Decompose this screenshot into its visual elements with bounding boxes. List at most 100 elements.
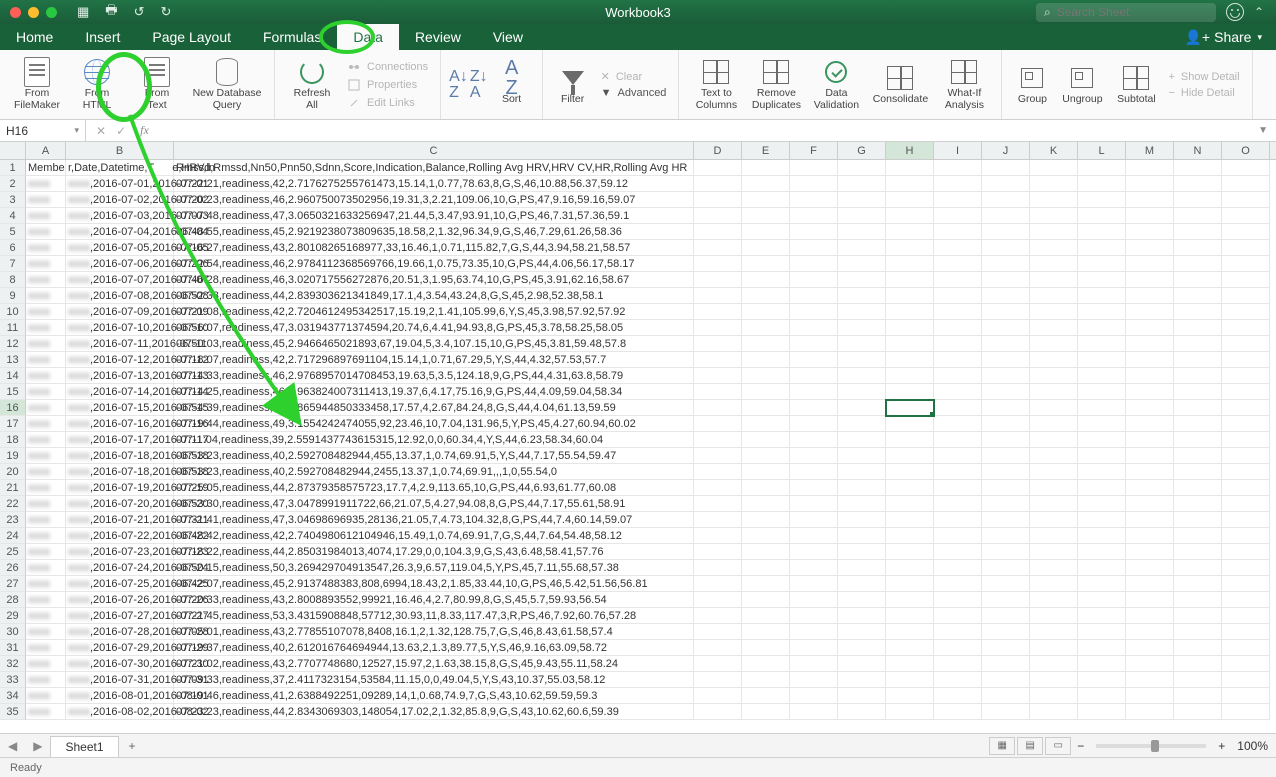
- cell[interactable]: xxxx: [26, 384, 66, 400]
- cell[interactable]: [1030, 544, 1078, 560]
- row-header[interactable]: 2: [0, 176, 26, 192]
- cell[interactable]: [838, 464, 886, 480]
- hide-detail-button[interactable]: −Hide Detail: [1164, 86, 1243, 100]
- cell[interactable]: [886, 336, 934, 352]
- cell[interactable]: [1126, 240, 1174, 256]
- cell[interactable]: [982, 208, 1030, 224]
- cell[interactable]: xxxx: [26, 448, 66, 464]
- cell[interactable]: [1078, 160, 1126, 176]
- cell[interactable]: [982, 688, 1030, 704]
- cell[interactable]: [838, 640, 886, 656]
- cell[interactable]: [1174, 256, 1222, 272]
- cell[interactable]: [982, 384, 1030, 400]
- cell[interactable]: [1078, 256, 1126, 272]
- expand-icon[interactable]: ⌃: [1254, 5, 1264, 19]
- page-layout-view-button[interactable]: ▤: [1017, 737, 1043, 755]
- col-header-o[interactable]: O: [1222, 142, 1270, 159]
- cell[interactable]: [742, 640, 790, 656]
- cell[interactable]: xxxx: [26, 496, 66, 512]
- cell[interactable]: [934, 240, 982, 256]
- cell[interactable]: [742, 320, 790, 336]
- row-header[interactable]: 1: [0, 160, 26, 176]
- cell[interactable]: [790, 288, 838, 304]
- cell[interactable]: [838, 608, 886, 624]
- cell[interactable]: [982, 368, 1030, 384]
- cell[interactable]: [886, 288, 934, 304]
- cell[interactable]: [1126, 336, 1174, 352]
- cell[interactable]: [1078, 608, 1126, 624]
- cell[interactable]: [982, 672, 1030, 688]
- cell[interactable]: [1078, 672, 1126, 688]
- cell[interactable]: [934, 288, 982, 304]
- cell[interactable]: [1174, 288, 1222, 304]
- cell[interactable]: [1174, 336, 1222, 352]
- cell[interactable]: [742, 688, 790, 704]
- cell[interactable]: xxxx: [26, 272, 66, 288]
- cell[interactable]: [1126, 448, 1174, 464]
- cell[interactable]: xxxx,2016-07-07,2016-07-07: [66, 272, 174, 288]
- cell[interactable]: [790, 576, 838, 592]
- cell[interactable]: 06:42:07,readiness,45,2.9137488383,808,6…: [174, 576, 694, 592]
- cell[interactable]: [886, 240, 934, 256]
- cell[interactable]: [790, 528, 838, 544]
- cell[interactable]: [1174, 544, 1222, 560]
- cell[interactable]: [934, 176, 982, 192]
- cell[interactable]: xxxx,2016-07-30,2016-07-30: [66, 656, 174, 672]
- cell[interactable]: 07:46:28,readiness,46,3.020717556272876,…: [174, 272, 694, 288]
- cell[interactable]: 07:22:21,readiness,42,2.7176275255761473…: [174, 176, 694, 192]
- cell[interactable]: [1078, 688, 1126, 704]
- cell[interactable]: xxxx,2016-07-01,2016-07-01: [66, 176, 174, 192]
- col-header-c[interactable]: C: [174, 142, 694, 159]
- tab-data[interactable]: Data: [337, 24, 399, 50]
- cell[interactable]: [1222, 304, 1270, 320]
- cell[interactable]: [982, 288, 1030, 304]
- cell[interactable]: [790, 640, 838, 656]
- cell[interactable]: [1222, 528, 1270, 544]
- cell[interactable]: xxxx: [26, 464, 66, 480]
- cell[interactable]: [1222, 240, 1270, 256]
- cell[interactable]: [742, 496, 790, 512]
- cell[interactable]: [1222, 496, 1270, 512]
- cell[interactable]: xxxx,2016-07-23,2016-07-23: [66, 544, 174, 560]
- cell[interactable]: [1030, 624, 1078, 640]
- cell[interactable]: [838, 544, 886, 560]
- cell[interactable]: xxxx: [26, 560, 66, 576]
- cell[interactable]: [790, 672, 838, 688]
- cell[interactable]: [1222, 368, 1270, 384]
- confirm-formula-icon[interactable]: ✓: [116, 124, 126, 138]
- cell[interactable]: [790, 240, 838, 256]
- cell[interactable]: [1222, 656, 1270, 672]
- cell[interactable]: [838, 560, 886, 576]
- zoom-slider[interactable]: [1096, 744, 1206, 748]
- maximize-window-button[interactable]: [46, 7, 57, 18]
- cell[interactable]: [934, 192, 982, 208]
- cell[interactable]: 07:19:46,readiness,41,2.6388492251,09289…: [174, 688, 694, 704]
- cell[interactable]: [1126, 608, 1174, 624]
- cell[interactable]: [694, 688, 742, 704]
- cell[interactable]: [1126, 272, 1174, 288]
- cell[interactable]: [934, 448, 982, 464]
- tab-formulas[interactable]: Formulas: [247, 24, 337, 50]
- cell[interactable]: [790, 560, 838, 576]
- search-sheet[interactable]: ⌕: [1036, 3, 1216, 22]
- cell[interactable]: [790, 192, 838, 208]
- cell[interactable]: [694, 224, 742, 240]
- cell[interactable]: [694, 544, 742, 560]
- cell[interactable]: [1222, 672, 1270, 688]
- cell[interactable]: [838, 528, 886, 544]
- cell[interactable]: Rmssd,Rmssd,Nn50,Pnn50,Sdnn,Score,Indica…: [174, 160, 694, 176]
- cell[interactable]: [694, 368, 742, 384]
- cell[interactable]: [1078, 480, 1126, 496]
- cell[interactable]: 07:20:33,readiness,43,2.8008893552,99921…: [174, 592, 694, 608]
- cell[interactable]: [886, 496, 934, 512]
- cell[interactable]: [838, 368, 886, 384]
- cell[interactable]: [934, 256, 982, 272]
- cell[interactable]: [886, 608, 934, 624]
- row-header[interactable]: 20: [0, 464, 26, 480]
- subtotal-button[interactable]: Subtotal: [1110, 52, 1162, 118]
- expand-formula-bar[interactable]: ▼: [1258, 125, 1276, 136]
- cell[interactable]: xxxx,2016-07-14,2016-07-14: [66, 384, 174, 400]
- cell[interactable]: [1126, 320, 1174, 336]
- cell[interactable]: [982, 448, 1030, 464]
- cell[interactable]: [1126, 656, 1174, 672]
